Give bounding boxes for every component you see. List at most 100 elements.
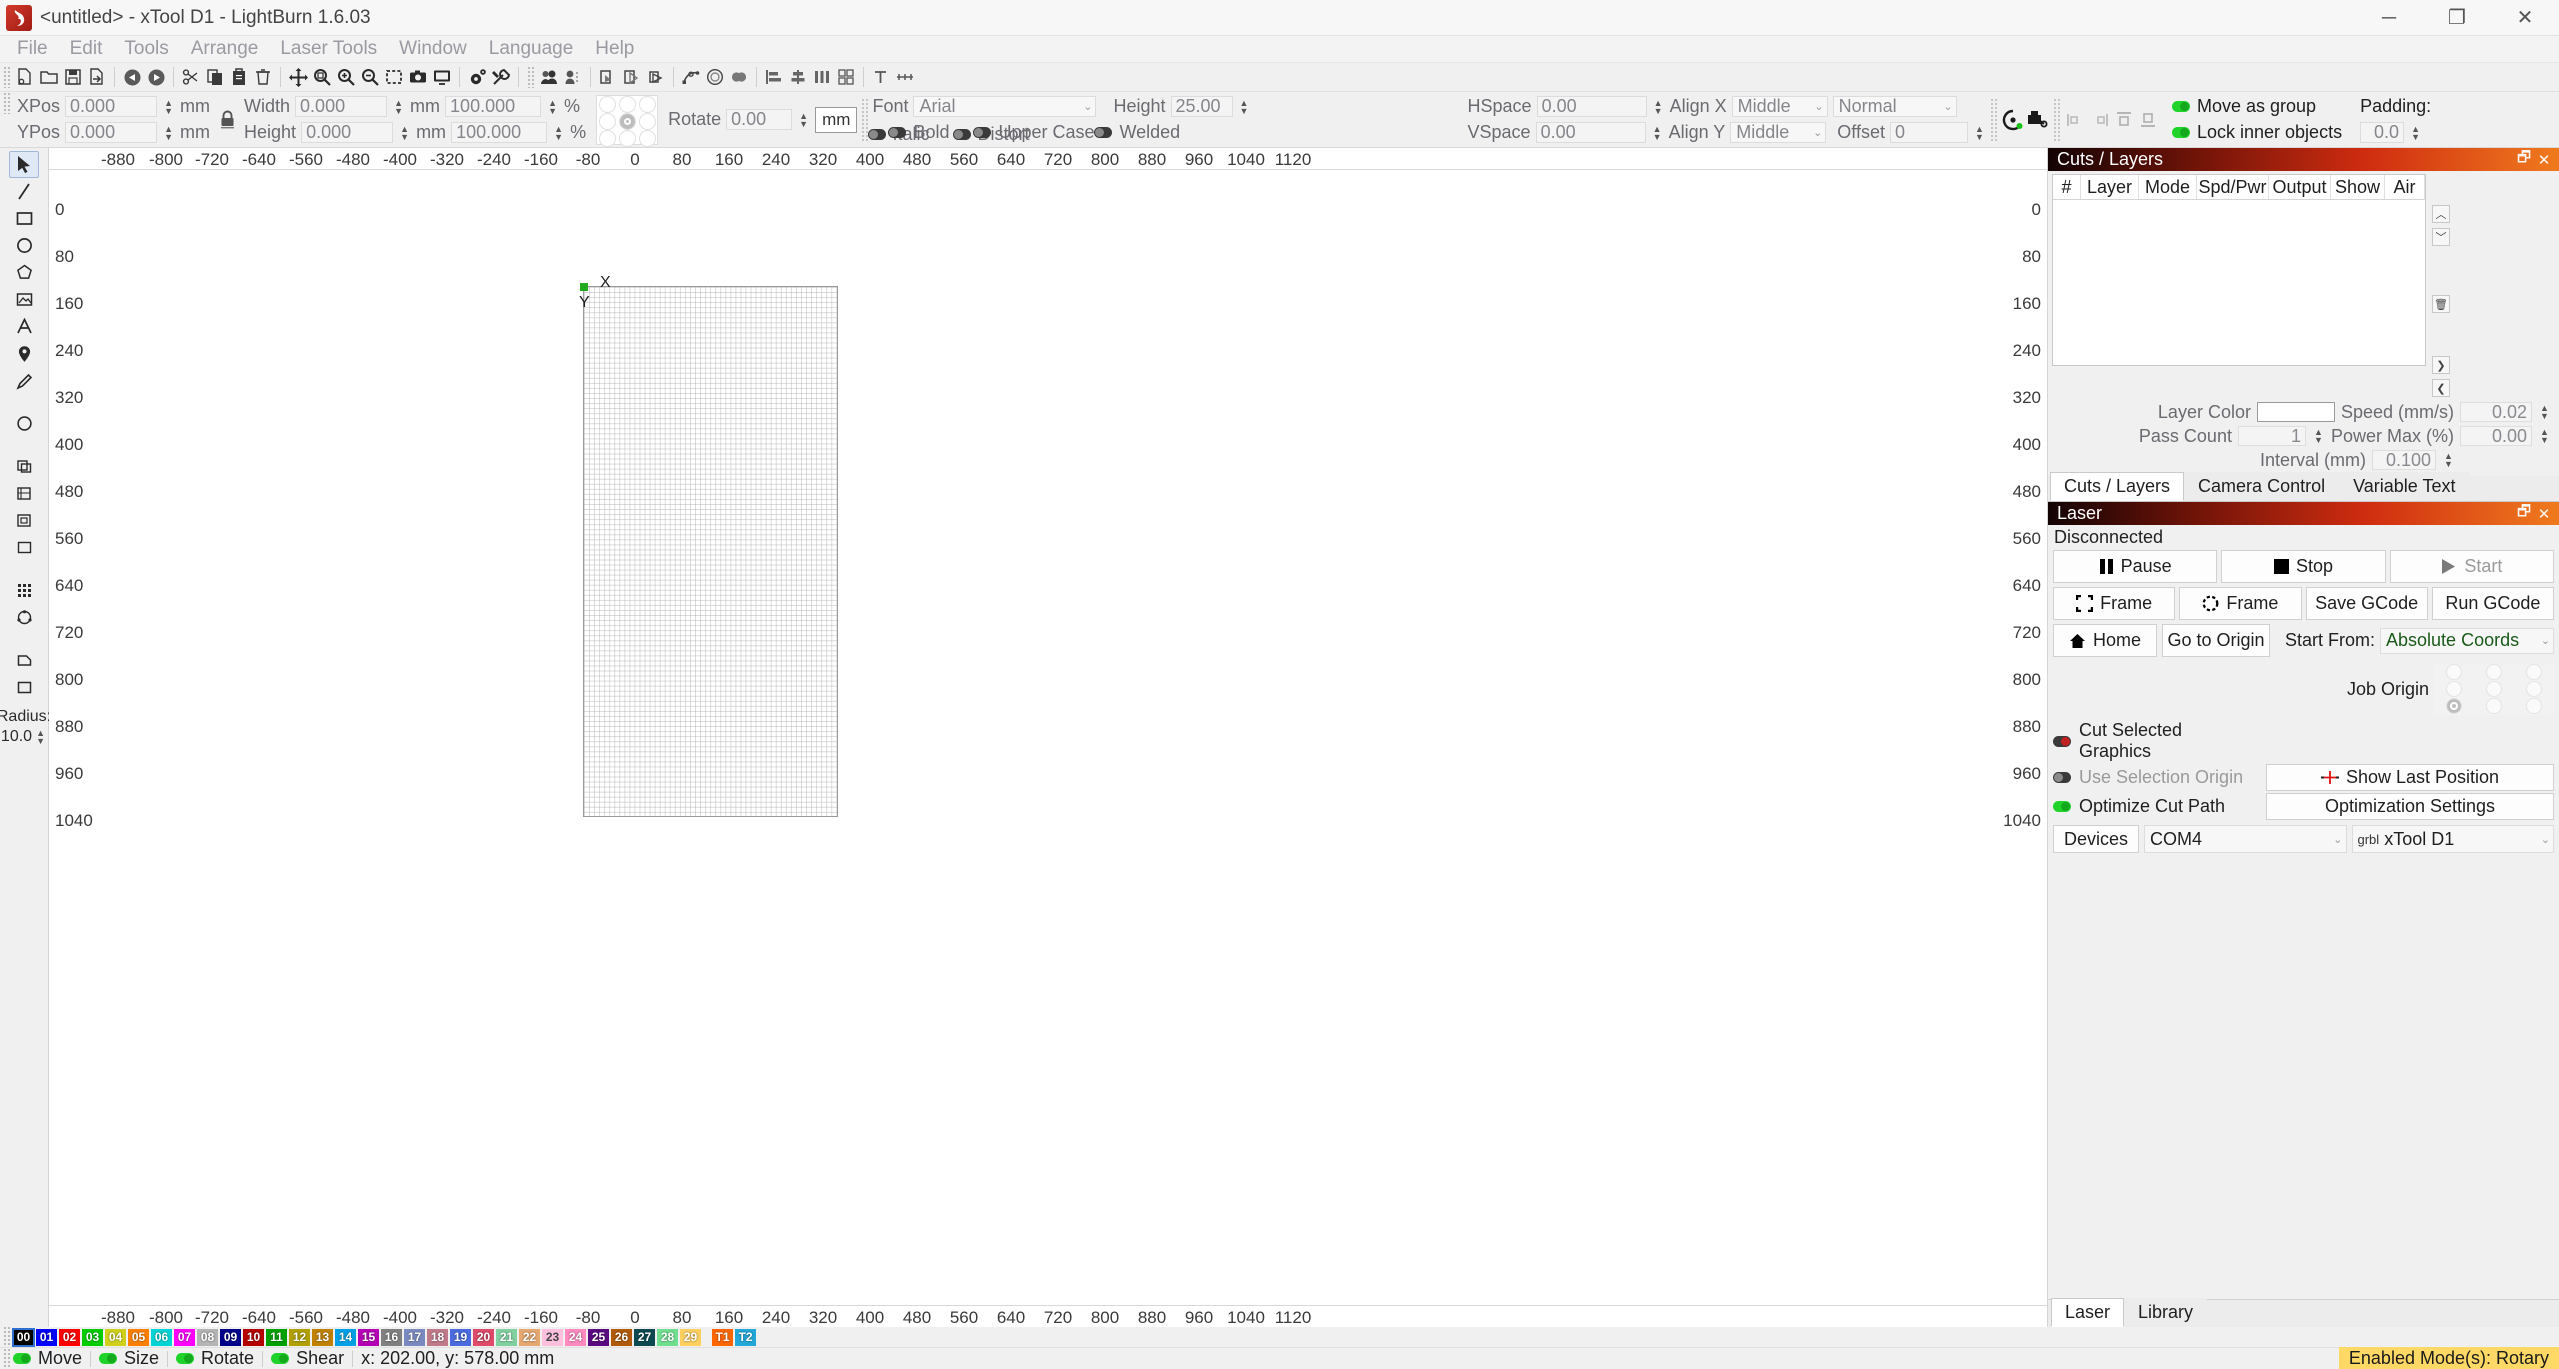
move-down-icon[interactable]: ﹀: [2432, 228, 2450, 246]
boolean-intersect-icon[interactable]: [644, 65, 668, 89]
home-button[interactable]: Home: [2053, 624, 2157, 657]
padding-spinner[interactable]: ▲ ▼: [2409, 122, 2422, 143]
distribute-icon[interactable]: [810, 65, 834, 89]
align-y-select[interactable]: Middle ⌄: [1730, 122, 1827, 143]
tab-camera-control[interactable]: Camera Control: [2184, 472, 2340, 501]
maximize-button[interactable]: ❐: [2423, 0, 2491, 36]
start-from-select[interactable]: Absolute Coords ⌄: [2380, 627, 2554, 654]
statusbar-grip[interactable]: [3, 1347, 10, 1369]
delete-trash-icon[interactable]: [251, 65, 275, 89]
palette-swatch[interactable]: 17: [404, 1328, 425, 1346]
copy-icon[interactable]: [203, 65, 227, 89]
anchor-middle-left[interactable]: [597, 113, 617, 130]
cut-selected-graphics-toggle[interactable]: Cut Selected Graphics: [2053, 720, 2258, 762]
node-edit-tool[interactable]: [9, 340, 39, 367]
bold-toggle-switch[interactable]: [888, 127, 907, 138]
ruler-vertical-right[interactable]: 0 80 160 240 320 400 480 560 640 720 800…: [2001, 170, 2047, 1305]
ellipse-tool[interactable]: [9, 232, 39, 259]
restore-window-icon[interactable]: 🗗: [2514, 501, 2534, 526]
palette-swatch[interactable]: 11: [266, 1328, 287, 1346]
use-selection-origin-toggle[interactable]: Use Selection Origin: [2053, 767, 2258, 788]
palette-swatch[interactable]: 23: [542, 1328, 563, 1346]
optimize-cut-path-switch[interactable]: [2053, 801, 2071, 812]
move-toggle[interactable]: Move: [13, 1348, 82, 1369]
layer-color-swatch[interactable]: [2256, 402, 2335, 422]
boolean-subtract-icon[interactable]: [620, 65, 644, 89]
zoom-fit-icon[interactable]: [310, 65, 334, 89]
palette-swatch[interactable]: 16: [381, 1328, 402, 1346]
move-toggle-switch[interactable]: [13, 1353, 31, 1364]
palette-swatch[interactable]: 20: [473, 1328, 494, 1346]
job-origin-center[interactable]: [2474, 680, 2514, 697]
anchor-bottom-left[interactable]: [597, 130, 617, 147]
shear-toggle-switch[interactable]: [271, 1353, 290, 1364]
menu-help[interactable]: Help: [584, 36, 645, 62]
interval-spinner[interactable]: ▲ ▼: [2442, 450, 2455, 471]
rotate-input[interactable]: 0.00: [726, 109, 793, 130]
rotate-spinner[interactable]: ▲ ▼: [797, 109, 810, 130]
cut-scissors-icon[interactable]: [179, 65, 203, 89]
optimize-cut-path-toggle[interactable]: Optimize Cut Path: [2053, 796, 2258, 817]
select-tool[interactable]: [9, 151, 39, 178]
palette-swatch[interactable]: 14: [335, 1328, 356, 1346]
column-show[interactable]: Show: [2331, 175, 2385, 199]
cuts-layers-table[interactable]: # Layer Mode Spd/Pwr Output Show Air: [2052, 174, 2426, 366]
menu-file[interactable]: File: [6, 36, 59, 62]
rotate-toggle-switch[interactable]: [176, 1353, 195, 1364]
align-x-select[interactable]: Middle ⌄: [1731, 96, 1828, 117]
power-max-input[interactable]: 0.00: [2460, 426, 2532, 446]
height-percent-spinner[interactable]: ▲ ▼: [552, 122, 565, 143]
grid-array-tool[interactable]: [9, 577, 39, 604]
close-icon[interactable]: ✕: [2534, 505, 2554, 523]
use-selection-origin-switch[interactable]: [2053, 772, 2071, 783]
new-file-icon[interactable]: [13, 65, 37, 89]
palette-swatch[interactable]: 13: [312, 1328, 333, 1346]
zoom-in-icon[interactable]: [334, 65, 358, 89]
menu-language[interactable]: Language: [478, 36, 585, 62]
palette-swatch[interactable]: 07: [174, 1328, 195, 1346]
anchor-bottom-center[interactable]: [617, 130, 637, 147]
job-origin-top-center[interactable]: [2474, 663, 2514, 680]
canvas-area[interactable]: -880 -800 -720 -640 -560 -480 -400 -320 …: [49, 148, 2047, 1327]
set-position-icon[interactable]: [2001, 92, 2025, 147]
weld-shapes-tool[interactable]: [9, 507, 39, 534]
palette-swatch[interactable]: 22: [519, 1328, 540, 1346]
trace-bitmap-tool[interactable]: [9, 286, 39, 313]
hspace-input[interactable]: 0.00: [1536, 96, 1647, 117]
start-button[interactable]: Start: [2389, 550, 2554, 583]
device-wrench-icon[interactable]: [489, 65, 513, 89]
speed-spinner[interactable]: ▲ ▼: [2538, 402, 2551, 423]
palette-swatch[interactable]: 10: [243, 1328, 264, 1346]
interval-input[interactable]: 0.100: [2372, 450, 2437, 470]
devices-button[interactable]: Devices: [2053, 825, 2139, 853]
grid-array-icon[interactable]: [834, 65, 858, 89]
ruler-horizontal-bottom[interactable]: -880 -800 -720 -640 -560 -480 -400 -320 …: [49, 1305, 2047, 1327]
tab-variable-text[interactable]: Variable Text: [2339, 472, 2470, 501]
width-percent-spinner[interactable]: ▲ ▼: [546, 96, 559, 117]
tab-library[interactable]: Library: [2124, 1298, 2208, 1327]
radius-spinner[interactable]: ▲ ▼: [34, 726, 47, 747]
shear-toggle[interactable]: Shear: [271, 1348, 344, 1369]
radius-field[interactable]: 10.0 ▲ ▼: [1, 726, 47, 747]
palette-swatch[interactable]: 05: [128, 1328, 149, 1346]
ungroup-icon[interactable]: [561, 65, 585, 89]
job-origin-top-right[interactable]: [2514, 663, 2554, 680]
palette-swatch[interactable]: 18: [427, 1328, 448, 1346]
palette-swatch[interactable]: 15: [358, 1328, 379, 1346]
toolbar-grip[interactable]: [527, 66, 534, 88]
measure-icon[interactable]: [893, 65, 917, 89]
export-icon[interactable]: [85, 65, 109, 89]
run-gcode-button[interactable]: Run GCode: [2431, 587, 2554, 620]
column-output[interactable]: Output: [2269, 175, 2331, 199]
palette-swatch[interactable]: 12: [289, 1328, 310, 1346]
text-tool[interactable]: [9, 313, 39, 340]
restore-window-icon[interactable]: 🗗: [2514, 147, 2534, 172]
pause-button[interactable]: Pause: [2053, 550, 2218, 583]
rectangle-tool[interactable]: [9, 205, 39, 232]
ruler-vertical-left[interactable]: 0 80 160 240 320 400 480 560 640 720 800…: [49, 170, 95, 1305]
minimize-button[interactable]: ─: [2355, 0, 2423, 36]
radius-value[interactable]: 10.0: [1, 728, 32, 746]
welded-toggle-switch[interactable]: [1094, 127, 1113, 138]
polygon-tool[interactable]: [9, 259, 39, 286]
palette-swatch[interactable]: 09: [220, 1328, 241, 1346]
